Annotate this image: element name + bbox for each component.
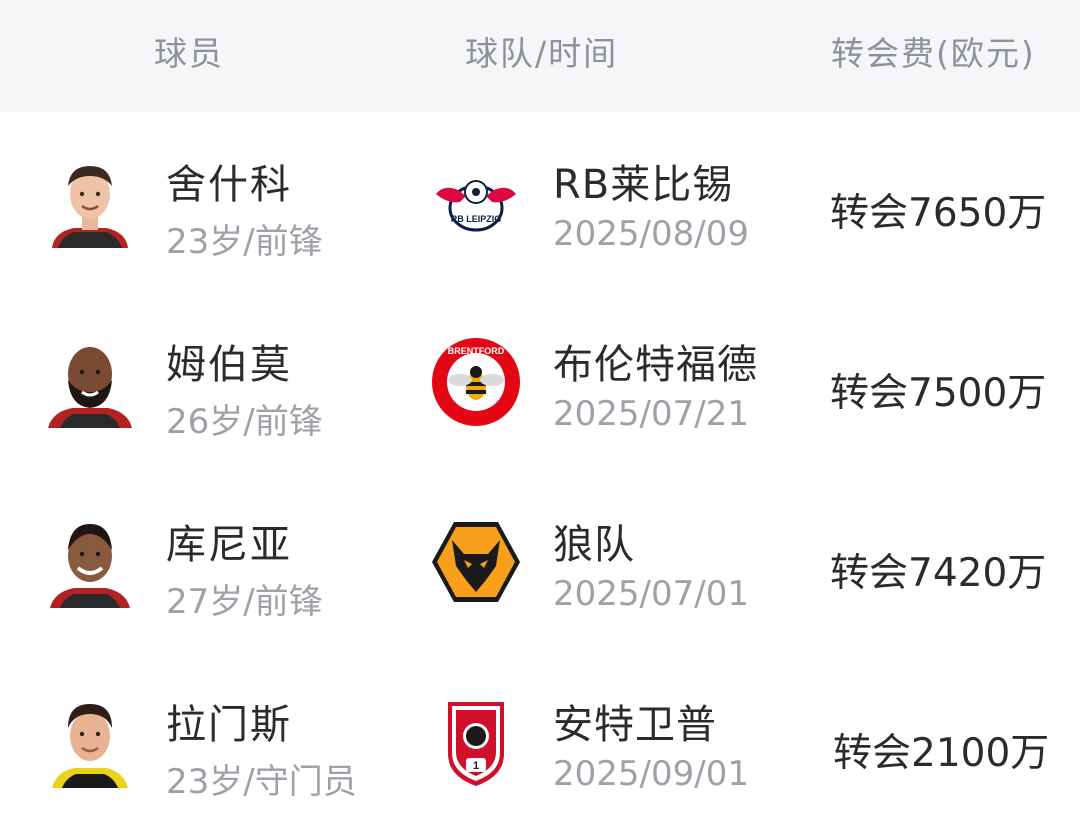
antwerp-logo-icon: 1 [430,696,522,788]
avatar [44,696,136,788]
table-row[interactable]: 姆伯莫 26岁/前锋 BRENTFORD 布伦特福德 2025/07/21 转会… [0,292,1080,472]
team-name: 安特卫普 [553,702,717,748]
player-name: 舍什科 [166,162,292,208]
team-name: RB莱比锡 [553,162,734,208]
transfer-fee: 转会7650万 [830,191,1047,236]
transfer-fee: 转会7420万 [830,551,1047,596]
player-info: 23岁/守门员 [166,762,357,802]
transfer-date: 2025/07/21 [553,394,749,434]
table-header: 球员 球队/时间 转会费(欧元) [0,0,1080,112]
table-row[interactable]: 库尼亚 27岁/前锋 狼队 2025/07/01 转会7420万 [0,472,1080,652]
transfer-fee: 转会2100万 [833,731,1050,776]
player-info: 26岁/前锋 [166,402,323,442]
player-name: 姆伯莫 [166,342,292,388]
transfer-fee: 转会7500万 [830,371,1047,416]
avatar [44,516,136,608]
transfer-date: 2025/09/01 [553,754,749,794]
svg-text:BRENTFORD: BRENTFORD [448,346,505,356]
team-name: 狼队 [553,522,635,568]
header-player: 球员 [154,34,224,73]
table-row[interactable]: 舍什科 23岁/前锋 RB LEIPZIG RB莱比锡 2025/08/09 转… [0,112,1080,292]
header-fee: 转会费(欧元) [831,34,1036,73]
player-name: 拉门斯 [166,702,292,748]
header-team-time: 球队/时间 [465,34,619,73]
rb-leipzig-logo-icon: RB LEIPZIG [430,156,522,248]
transfer-date: 2025/08/09 [553,214,749,254]
avatar [44,336,136,428]
svg-text:RB LEIPZIG: RB LEIPZIG [451,214,502,224]
svg-text:1: 1 [473,760,479,772]
team-name: 布伦特福德 [553,342,758,388]
brentford-logo-icon: BRENTFORD [430,336,522,428]
table-row[interactable]: 拉门斯 23岁/守门员 1 安特卫普 2025/09/01 转会2100万 [0,652,1080,832]
transfer-date: 2025/07/01 [553,574,749,614]
wolves-logo-icon [430,516,522,608]
player-info: 27岁/前锋 [166,582,323,622]
player-name: 库尼亚 [166,522,292,568]
player-info: 23岁/前锋 [166,222,323,262]
avatar [44,156,136,248]
